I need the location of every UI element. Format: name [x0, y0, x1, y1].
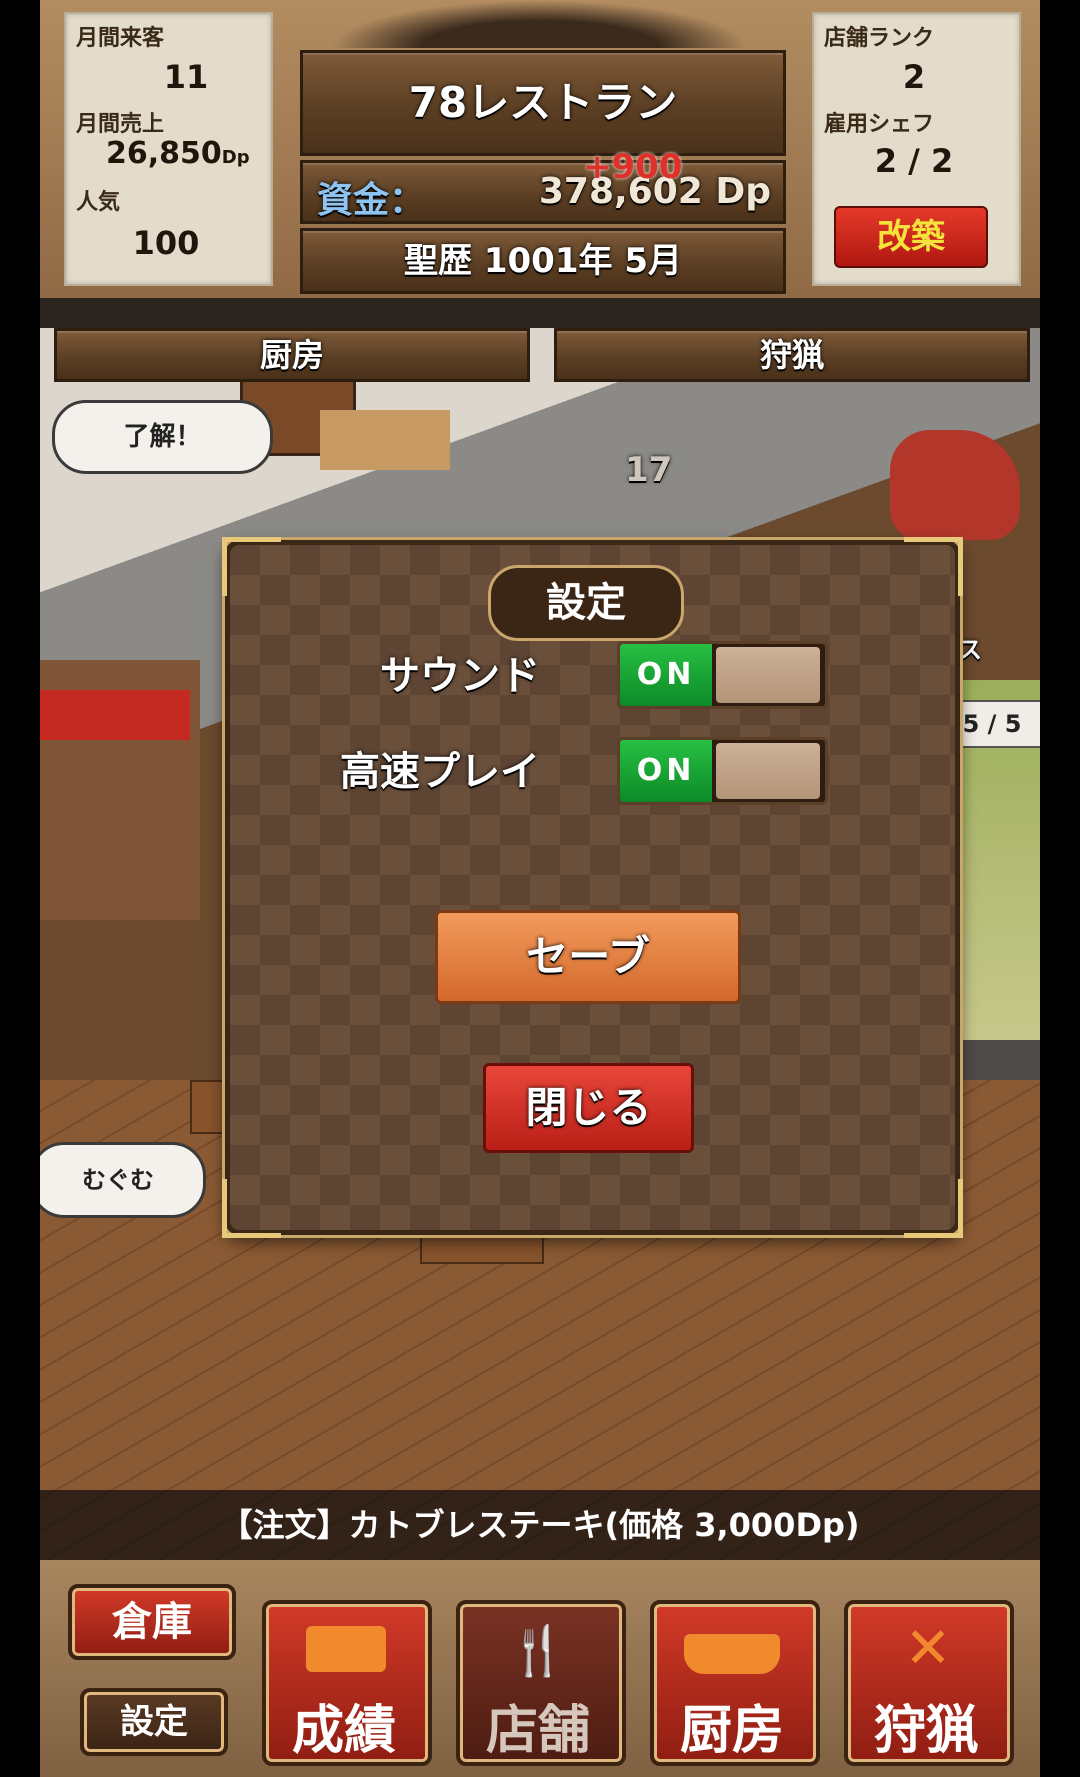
hired-chefs-label: 雇用シェフ: [824, 112, 935, 137]
hunting-button[interactable]: ✕ 狩猟: [844, 1600, 1014, 1766]
crossed-weapons-icon: ✕: [904, 1616, 952, 1681]
store-rank-value: 2: [902, 58, 926, 96]
kitchen-table: [320, 410, 450, 470]
pot-icon: [684, 1634, 780, 1674]
sound-toggle-state: ON: [620, 644, 712, 706]
order-ticker: 【注文】カトブレステーキ(価格 3,000Dp): [40, 1490, 1040, 1560]
cutlery-icon: 🍴: [508, 1623, 568, 1679]
monthly-visitors-label: 月間来客: [76, 26, 165, 51]
speech-bubble-text: むぐむ: [82, 1166, 154, 1194]
tab-kitchen[interactable]: 厨房: [54, 328, 530, 382]
order-ticker-text: 【注文】カトブレステーキ(価格 3,000Dp): [220, 1506, 860, 1544]
store-button[interactable]: 🍴 店舗: [456, 1600, 626, 1766]
storage-button[interactable]: 倉庫: [68, 1584, 236, 1660]
settings-dialog: 設定 サウンド ON 高速プレイ ON セーブ 閉じる: [222, 537, 963, 1238]
hunting-label: 狩猟: [873, 1701, 978, 1761]
speech-bubble-text: 了解！: [123, 422, 202, 452]
speech-bubble: むぐむ: [40, 1142, 206, 1218]
store-label: 店舗: [485, 1701, 590, 1761]
corner-ornament-icon: [222, 1179, 281, 1238]
tab-hunting-label: 狩猟: [759, 336, 824, 374]
store-rank-label: 店舗ランク: [824, 26, 935, 51]
date-text: 聖歴 1001年 5月: [404, 241, 682, 281]
tab-kitchen-label: 厨房: [259, 336, 324, 374]
date-bar: 聖歴 1001年 5月: [300, 228, 786, 294]
corner-ornament-icon: [904, 537, 963, 596]
fast-play-label: 高速プレイ: [340, 749, 540, 795]
tab-hunting[interactable]: 狩猟: [554, 328, 1030, 382]
fast-play-toggle-knob: [716, 743, 820, 799]
monster-sprite[interactable]: [890, 430, 1020, 540]
results-label: 成績: [291, 1701, 396, 1761]
corner-ornament-icon: [222, 537, 281, 596]
stats-panel-left: 月間来客 11 月間売上 26,850Dp 人気 100: [64, 12, 273, 286]
hired-chefs-value: 2 / 2: [874, 142, 954, 180]
damage-number: 17: [625, 450, 673, 490]
monthly-visitors-value: 11: [163, 58, 209, 96]
kitchen-label: 厨房: [679, 1701, 784, 1761]
funds-bar: 資金： 378,602 Dp +900: [300, 147, 786, 224]
dialog-title: 設定: [488, 565, 684, 641]
restaurant-name: 78レストラン: [408, 78, 678, 127]
fast-play-toggle[interactable]: ON: [617, 737, 828, 805]
sound-toggle[interactable]: ON: [617, 641, 828, 709]
popularity-label: 人気: [76, 190, 121, 215]
monthly-sales-unit: Dp: [221, 147, 250, 168]
close-button[interactable]: 閉じる: [483, 1063, 694, 1153]
save-button[interactable]: セーブ: [435, 910, 741, 1004]
settings-button[interactable]: 設定: [80, 1688, 228, 1756]
popularity-value: 100: [132, 224, 200, 262]
shop-awning: [40, 690, 190, 740]
corner-ornament-icon: [904, 1179, 963, 1238]
monthly-sales-label: 月間売上: [76, 112, 165, 137]
speech-bubble: 了解！: [52, 400, 273, 474]
restaurant-name-sign: 78レストラン: [300, 50, 786, 156]
tab-rail: [40, 298, 1040, 328]
book-icon: [306, 1626, 386, 1672]
renovate-button[interactable]: 改築: [834, 206, 988, 268]
sound-label: サウンド: [380, 653, 540, 699]
monthly-sales-value: 26,850Dp: [106, 136, 250, 171]
funds-delta: +900: [583, 147, 683, 187]
ornament-icon: [330, 0, 750, 48]
kitchen-button[interactable]: 厨房: [650, 1600, 820, 1766]
sound-toggle-knob: [716, 647, 820, 703]
stats-panel-right: 店舗ランク 2 雇用シェフ 2 / 2 改築: [812, 12, 1021, 286]
fast-play-toggle-state: ON: [620, 740, 712, 802]
results-button[interactable]: 成績: [262, 1600, 432, 1766]
game-screen: 了解！ むぐむ 17 ルパス 5 / 5 月間来客 11 月間売上 26,850…: [40, 0, 1040, 1777]
funds-label: 資金：: [317, 180, 426, 221]
